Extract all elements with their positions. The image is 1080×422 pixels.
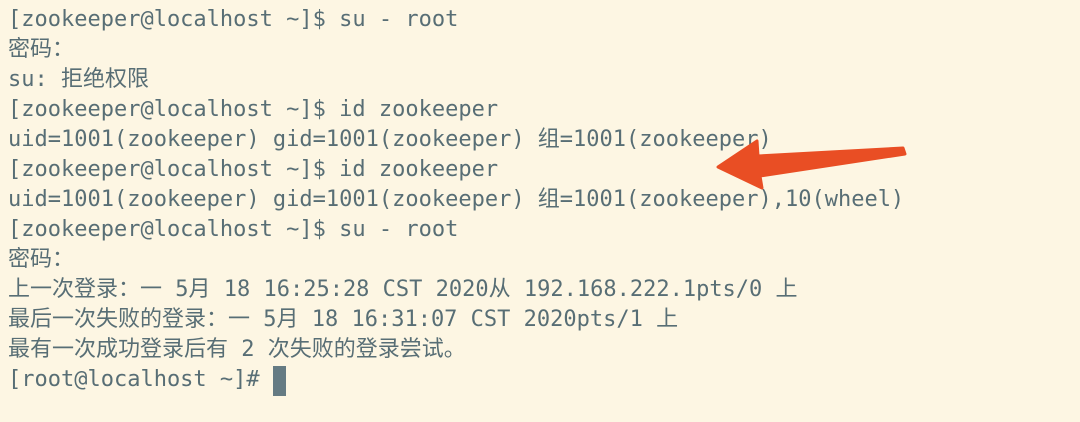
arrow-left-icon — [716, 139, 907, 190]
